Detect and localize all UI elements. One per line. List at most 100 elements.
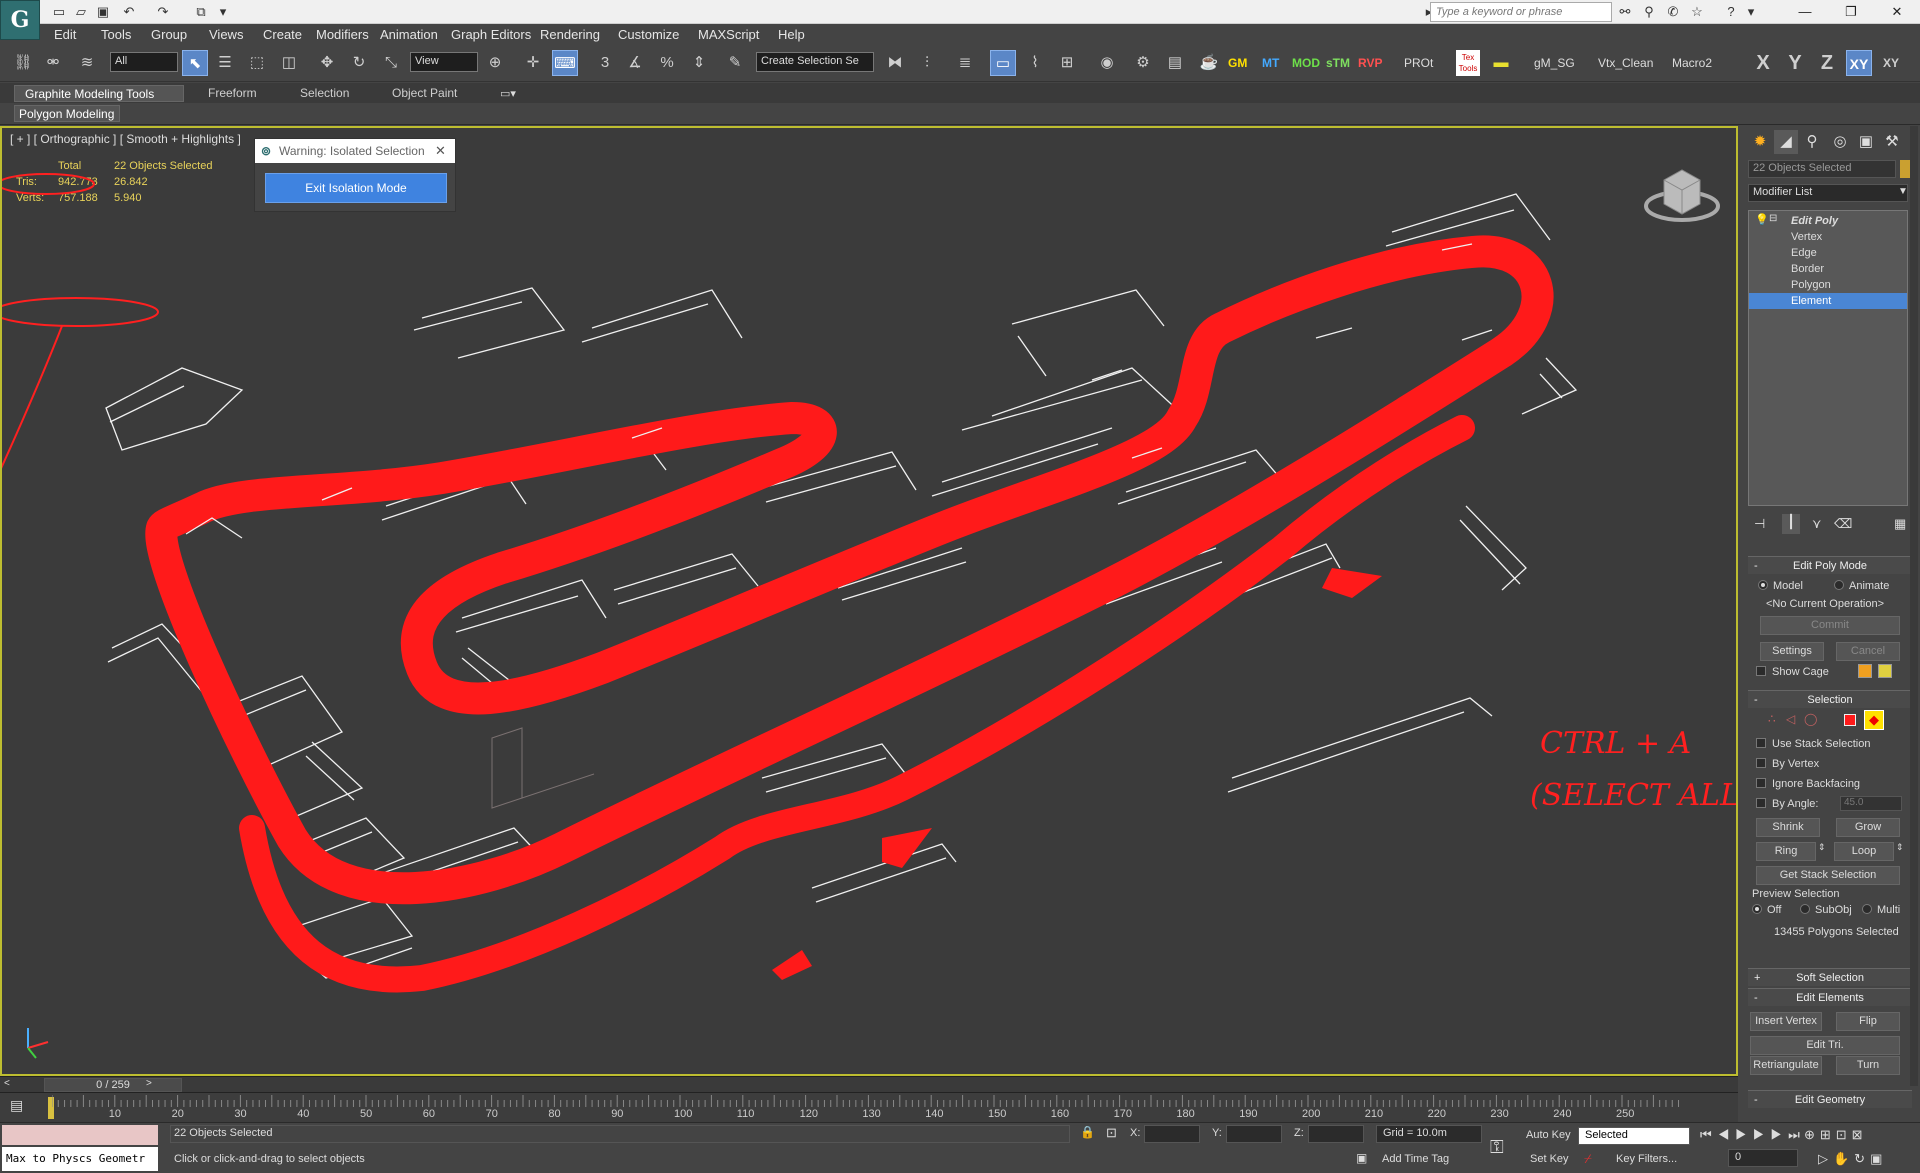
rollout-soft-selection[interactable]: + Soft Selection — [1748, 968, 1912, 986]
mini-curve-editor-icon[interactable]: ▤ — [10, 1097, 23, 1114]
hierarchy-tab-icon[interactable]: ⚲ — [1800, 130, 1824, 154]
show-end-result-icon[interactable]: ┃ — [1782, 514, 1800, 534]
app-logo-icon[interactable]: G — [0, 0, 40, 40]
edit-named-selection-icon[interactable]: ✎ — [722, 50, 748, 76]
angle-snap-icon[interactable]: ∡ — [622, 50, 648, 76]
motion-tab-icon[interactable]: ◎ — [1828, 130, 1852, 154]
uv-toolbar-icon[interactable]: ▬ — [1488, 50, 1514, 76]
quick-access-dropdown-icon[interactable]: ▾ — [214, 3, 232, 21]
select-and-scale-icon[interactable]: ⤡ — [378, 50, 404, 76]
tab-selection[interactable]: Selection — [290, 85, 359, 102]
turn-button[interactable]: Turn — [1836, 1056, 1900, 1075]
pivot-center-icon[interactable]: ⊕ — [482, 50, 508, 76]
time-slider[interactable]: 0 / 259 — [44, 1078, 182, 1092]
pin-stack-icon[interactable]: ⊣ — [1754, 516, 1765, 532]
stack-item-edge[interactable]: Edge — [1749, 245, 1907, 261]
spinner-snap-icon[interactable]: ⇕ — [686, 50, 712, 76]
cancel-button[interactable]: Cancel — [1836, 642, 1900, 661]
axis-x-button[interactable]: X — [1750, 50, 1776, 76]
grow-button[interactable]: Grow — [1836, 818, 1900, 837]
open-file-icon[interactable]: ▱ — [72, 3, 90, 21]
stack-item-vertex[interactable]: Vertex — [1749, 229, 1907, 245]
custom-button-stm[interactable]: sTM — [1326, 56, 1350, 70]
scene-geometry[interactable] — [2, 128, 1736, 1074]
menu-graph-editors[interactable]: Graph Editors — [451, 27, 531, 42]
loop-button[interactable]: Loop — [1834, 842, 1894, 861]
viewport-pan-orbit-controls[interactable]: ▷✋↻▣ — [1818, 1151, 1887, 1167]
set-keys-key-icon[interactable]: ⚿ — [1490, 1137, 1504, 1158]
render-setup-icon[interactable]: ⚙ — [1130, 50, 1156, 76]
rollout-edit-geometry[interactable]: - Edit Geometry — [1748, 1090, 1912, 1108]
by-vertex-checkbox[interactable]: By Vertex — [1756, 758, 1819, 770]
custom-button-mt[interactable]: MT — [1262, 56, 1279, 70]
menu-modifiers[interactable]: Modifiers — [316, 27, 369, 42]
menu-create[interactable]: Create — [263, 27, 302, 42]
stack-item-element[interactable]: Element — [1749, 293, 1907, 309]
layer-manager-icon[interactable]: ≣ — [952, 50, 978, 76]
menu-help[interactable]: Help — [778, 27, 805, 42]
rollout-edit-poly-mode[interactable]: - Edit Poly Mode — [1748, 556, 1912, 574]
keyboard-shortcut-override-icon[interactable]: ⌨ — [552, 50, 578, 76]
model-radio[interactable]: Model — [1758, 580, 1803, 592]
tab-graphite-modeling-tools[interactable]: Graphite Modeling Tools — [14, 85, 184, 102]
maxscript-mini-listener[interactable]: Max to Physcs Geometr — [2, 1147, 158, 1171]
z-coord-input[interactable] — [1308, 1125, 1364, 1143]
help-icon[interactable]: ? — [1722, 3, 1740, 21]
rollout-edit-elements[interactable]: - Edit Elements — [1748, 988, 1912, 1006]
show-cage-checkbox[interactable]: Show Cage — [1756, 666, 1829, 678]
favorites-star-icon[interactable]: ☆ — [1688, 3, 1706, 21]
schematic-view-icon[interactable]: ⊞ — [1054, 50, 1080, 76]
align-icon[interactable]: ⫶ — [914, 50, 940, 76]
angle-threshold-input[interactable]: 45.0 — [1840, 796, 1902, 811]
retriangulate-button[interactable]: Retriangulate — [1750, 1056, 1822, 1075]
viewport-orthographic[interactable]: [ + ] [ Orthographic ] [ Smooth + Highli… — [0, 126, 1738, 1076]
percent-snap-icon[interactable]: % — [654, 50, 680, 76]
axis-xy-button[interactable]: XY — [1846, 50, 1872, 76]
bind-space-warp-icon[interactable]: ≋ — [74, 50, 100, 76]
command-panel-scrollbar[interactable] — [1910, 126, 1918, 1086]
stack-item-polygon[interactable]: Polygon — [1749, 277, 1907, 293]
unlink-icon[interactable]: ⚮ — [40, 50, 66, 76]
close-window-button[interactable]: ✕ — [1874, 0, 1920, 24]
snaps-toggle-icon[interactable]: 3 — [592, 50, 618, 76]
key-mode-select[interactable]: Selected — [1578, 1127, 1690, 1145]
select-by-name-icon[interactable]: ☰ — [212, 50, 238, 76]
menu-rendering[interactable]: Rendering — [540, 27, 600, 42]
named-selection-select[interactable]: Create Selection Se — [756, 52, 874, 72]
menu-views[interactable]: Views — [209, 27, 243, 42]
cage-selected-color-swatch[interactable] — [1878, 664, 1892, 678]
preview-off-radio[interactable]: Off — [1752, 904, 1781, 916]
custom-button-mod[interactable]: MOD — [1292, 56, 1320, 70]
custom-button-rvp[interactable]: RVP — [1358, 56, 1382, 70]
key-filters-button[interactable]: Key Filters... — [1616, 1153, 1677, 1165]
get-stack-selection-button[interactable]: Get Stack Selection — [1756, 866, 1900, 885]
viewcube-icon[interactable] — [1642, 158, 1722, 228]
menu-customize[interactable]: Customize — [618, 27, 679, 42]
current-frame-input[interactable]: 0 — [1728, 1149, 1798, 1167]
minimize-button[interactable]: — — [1782, 0, 1828, 24]
undo-icon[interactable]: ↶ — [120, 3, 138, 21]
ribbon-options-icon[interactable]: ▭▾ — [500, 87, 516, 100]
tab-freeform[interactable]: Freeform — [198, 85, 267, 102]
custom-button-macro2[interactable]: Macro2 — [1672, 56, 1712, 70]
ring-spinner-icon[interactable]: ⇕ — [1818, 842, 1826, 853]
configure-sets-icon[interactable]: ▦ — [1894, 516, 1906, 532]
redo-icon[interactable]: ↷ — [154, 3, 172, 21]
preview-subobj-radio[interactable]: SubObj — [1800, 904, 1852, 916]
y-coord-input[interactable] — [1226, 1125, 1282, 1143]
render-production-icon[interactable]: ☕ — [1196, 50, 1222, 76]
subscription-icon[interactable]: ⚲ — [1640, 3, 1658, 21]
selection-filter-select[interactable]: All — [110, 52, 178, 72]
stack-item-edit-poly[interactable]: Edit Poly — [1749, 213, 1907, 229]
flip-button[interactable]: Flip — [1836, 1012, 1900, 1031]
tab-object-paint[interactable]: Object Paint — [382, 85, 467, 102]
element-mode-icon[interactable]: ◆ — [1864, 710, 1884, 730]
polygon-mode-icon[interactable] — [1844, 714, 1856, 726]
modifier-list-select[interactable]: Modifier List — [1748, 184, 1908, 202]
stack-item-border[interactable]: Border — [1749, 261, 1907, 277]
maximize-button[interactable]: ❐ — [1828, 0, 1874, 24]
custom-button-prot[interactable]: PROt — [1404, 56, 1433, 70]
rollout-selection[interactable]: - Selection — [1748, 690, 1912, 708]
use-stack-selection-checkbox[interactable]: Use Stack Selection — [1756, 738, 1870, 750]
project-folder-icon[interactable]: ⧉ — [192, 3, 210, 21]
